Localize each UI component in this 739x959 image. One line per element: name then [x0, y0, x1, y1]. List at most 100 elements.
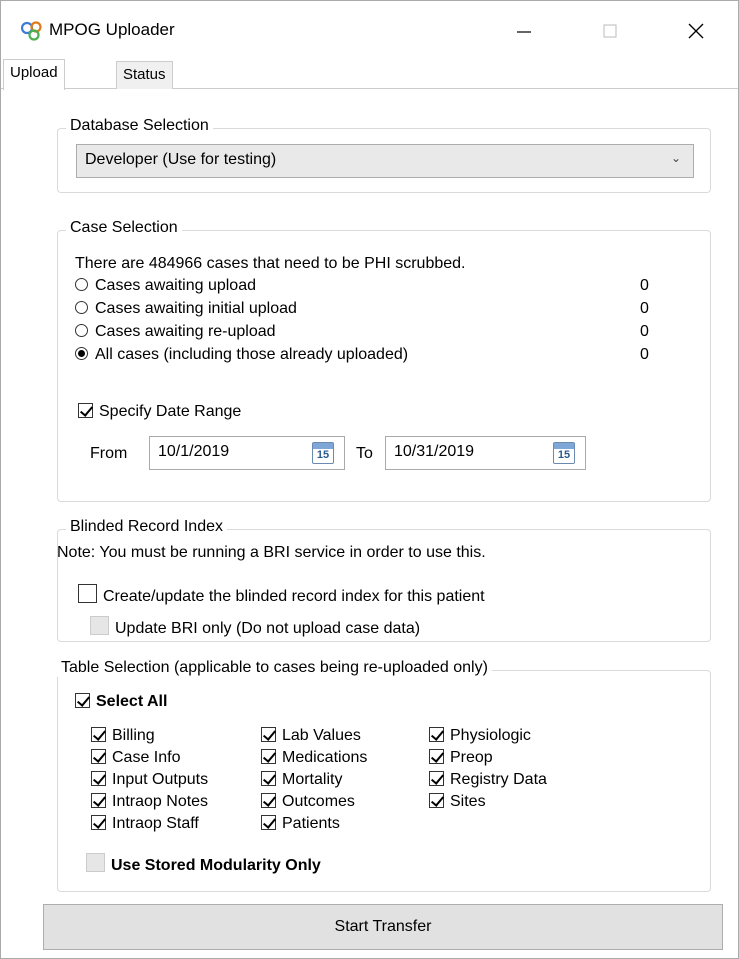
app-logo-icon — [21, 21, 42, 41]
start-transfer-button[interactable]: Start Transfer — [43, 904, 723, 950]
checkbox-label: Sites — [450, 793, 486, 810]
table-checkbox-case-info[interactable]: Case Info — [91, 749, 180, 767]
table-checkbox-sites[interactable]: Sites — [429, 793, 486, 811]
checkbox[interactable] — [75, 693, 90, 708]
checkbox-disabled[interactable] — [86, 853, 105, 872]
radio-button[interactable] — [75, 324, 88, 337]
radio-label: Cases awaiting upload — [95, 277, 256, 294]
maximize-icon — [603, 24, 617, 38]
checkbox[interactable] — [78, 584, 97, 603]
calendar-icon[interactable]: 15 — [553, 442, 575, 464]
radio-cases-awaiting-initial-upload[interactable]: Cases awaiting initial upload 0 — [75, 300, 695, 318]
minimize-icon — [517, 31, 531, 33]
table-checkbox-input-outputs[interactable]: Input Outputs — [91, 771, 208, 789]
radio-label: Cases awaiting re-upload — [95, 323, 276, 340]
radio-label: All cases (including those already uploa… — [95, 346, 409, 363]
calendar-day: 15 — [316, 449, 330, 461]
checkbox[interactable] — [91, 749, 106, 764]
table-checkbox-lab-values[interactable]: Lab Values — [261, 727, 361, 745]
radio-cases-awaiting-upload[interactable]: Cases awaiting upload 0 — [75, 277, 695, 295]
close-button[interactable] — [673, 11, 719, 51]
table-checkbox-preop[interactable]: Preop — [429, 749, 493, 767]
create-bri-checkbox[interactable]: Create/update the blinded record index f… — [78, 584, 485, 606]
case-count: 0 — [640, 300, 649, 317]
radio-button-selected[interactable] — [75, 347, 88, 360]
case-count: 0 — [640, 323, 649, 340]
table-checkbox-intraop-staff[interactable]: Intraop Staff — [91, 815, 199, 833]
checkbox-label: Mortality — [282, 771, 343, 788]
database-dropdown-value: Developer (Use for testing) — [85, 151, 277, 168]
radio-button[interactable] — [75, 278, 88, 291]
checkbox-label: Physiologic — [450, 727, 531, 744]
tab-status[interactable]: Status — [116, 61, 173, 89]
calendar-icon[interactable]: 15 — [312, 442, 334, 464]
checkbox[interactable] — [429, 793, 444, 808]
checkbox[interactable] — [261, 793, 276, 808]
from-date-value: 10/1/2019 — [158, 443, 230, 460]
table-checkbox-billing[interactable]: Billing — [91, 727, 155, 745]
checkbox-label: Case Info — [112, 749, 181, 766]
checkbox-disabled[interactable] — [90, 616, 109, 635]
minimize-button[interactable] — [501, 11, 547, 51]
checkbox-label: Update BRI only (Do not upload case data… — [115, 620, 421, 637]
table-checkbox-mortality[interactable]: Mortality — [261, 771, 342, 789]
checkbox[interactable] — [261, 815, 276, 830]
checkbox-label: Medications — [282, 749, 368, 766]
checkbox[interactable] — [429, 771, 444, 786]
title-bar: MPOG Uploader — [1, 1, 738, 57]
from-date-picker[interactable]: 10/1/2019 15 — [149, 436, 345, 470]
table-checkbox-physiologic[interactable]: Physiologic — [429, 727, 531, 745]
table-checkbox-patients[interactable]: Patients — [261, 815, 340, 833]
case-selection-title: Case Selection — [66, 219, 182, 237]
table-checkbox-outcomes[interactable]: Outcomes — [261, 793, 355, 811]
checkbox-label: Use Stored Modularity Only — [111, 857, 321, 874]
checkbox-label: Input Outputs — [112, 771, 209, 788]
update-bri-only-checkbox[interactable]: Update BRI only (Do not upload case data… — [90, 616, 420, 638]
checkbox-label: Intraop Notes — [112, 793, 209, 810]
checkbox[interactable] — [261, 771, 276, 786]
from-label: From — [90, 445, 128, 462]
checkbox-label: Create/update the blinded record index f… — [103, 588, 485, 605]
checkbox[interactable] — [91, 727, 106, 742]
checkbox-label: Specify Date Range — [99, 403, 242, 420]
mpog-uploader-window: MPOG Uploader Upload Status Database Sel… — [0, 0, 739, 959]
close-icon — [688, 23, 704, 39]
radio-all-cases[interactable]: All cases (including those already uploa… — [75, 346, 695, 364]
radio-label: Cases awaiting initial upload — [95, 300, 297, 317]
checkbox-label: Select All — [96, 693, 168, 710]
database-dropdown[interactable]: Developer (Use for testing) ⌄ — [76, 144, 694, 178]
radio-button[interactable] — [75, 301, 88, 314]
case-count: 0 — [640, 277, 649, 294]
case-count: 0 — [640, 346, 649, 363]
bri-note: Note: You must be running a BRI service … — [57, 544, 486, 561]
calendar-day: 15 — [557, 449, 571, 461]
checkbox-label: Registry Data — [450, 771, 547, 788]
table-checkbox-registry-data[interactable]: Registry Data — [429, 771, 547, 789]
bri-title: Blinded Record Index — [66, 518, 227, 536]
checkbox[interactable] — [91, 793, 106, 808]
checkbox[interactable] — [429, 727, 444, 742]
select-all-checkbox[interactable]: Select All — [75, 693, 167, 711]
radio-cases-awaiting-reupload[interactable]: Cases awaiting re-upload 0 — [75, 323, 695, 341]
use-stored-modularity-checkbox[interactable]: Use Stored Modularity Only — [86, 853, 321, 875]
case-selection-group: Case Selection There are 484966 cases th… — [57, 219, 711, 502]
case-summary-text: There are 484966 cases that need to be P… — [75, 255, 466, 272]
to-date-picker[interactable]: 10/31/2019 15 — [385, 436, 586, 470]
checkbox[interactable] — [91, 815, 106, 830]
database-selection-title: Database Selection — [66, 117, 213, 135]
checkbox[interactable] — [429, 749, 444, 764]
checkbox-label: Billing — [112, 727, 155, 744]
table-checkbox-intraop-notes[interactable]: Intraop Notes — [91, 793, 208, 811]
checkbox[interactable] — [91, 771, 106, 786]
specify-date-range-checkbox[interactable]: Specify Date Range — [78, 403, 241, 421]
table-selection-group: Table Selection (applicable to cases bei… — [57, 659, 711, 892]
checkbox-label: Outcomes — [282, 793, 355, 810]
table-selection-title: Table Selection (applicable to cases bei… — [57, 659, 492, 677]
maximize-button[interactable] — [587, 11, 633, 51]
tab-upload[interactable]: Upload — [3, 59, 65, 90]
to-label: To — [356, 445, 373, 462]
checkbox[interactable] — [261, 749, 276, 764]
table-checkbox-medications[interactable]: Medications — [261, 749, 367, 767]
checkbox[interactable] — [78, 403, 93, 418]
checkbox[interactable] — [261, 727, 276, 742]
